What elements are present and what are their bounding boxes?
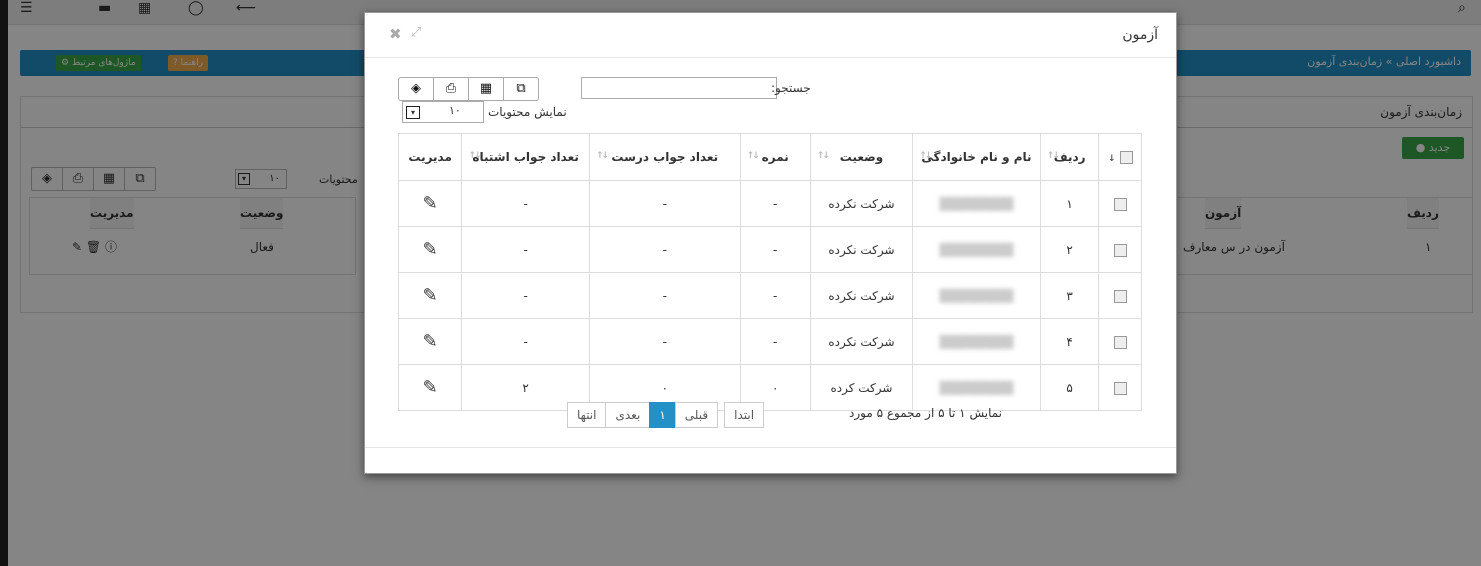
sort-icon: ↓↑	[1046, 151, 1060, 161]
row-score: -	[739, 318, 811, 365]
row-status: شرکت نکرده	[809, 272, 914, 319]
row-correct: -	[588, 226, 741, 273]
row-correct: -	[588, 318, 741, 365]
page-prev[interactable]: قبلی	[674, 402, 719, 428]
page-first[interactable]: ابتدا	[724, 402, 765, 428]
row-score: -	[739, 226, 811, 273]
table-row: ۱ ████████ شرکت نکرده - - - ✎	[397, 180, 1142, 227]
row-status: شرکت نکرده	[809, 226, 914, 273]
row-wrong: -	[461, 226, 590, 273]
table-row: ۴ ████████ شرکت نکرده - - - ✎	[397, 318, 1142, 365]
edit-icon[interactable]: ✎	[423, 239, 438, 260]
sort-icon: ↓↑	[919, 151, 932, 161]
participant-name: ████████	[912, 226, 1041, 273]
sort-icon[interactable]: ↓	[1108, 154, 1116, 164]
row-correct: -	[588, 272, 741, 319]
select-all-checkbox[interactable]	[1119, 151, 1133, 164]
search-label: جستجو:	[771, 81, 811, 95]
sort-icon: ↓↑	[595, 151, 609, 161]
table-header-row: ↓ ردیف ↓↑ نام و نام خانوادگی ↓↑ وضعیت ↓↑ نم…	[397, 133, 1142, 181]
row-wrong: -	[461, 272, 590, 319]
row-wrong: -	[461, 318, 590, 365]
row-checkbox[interactable]	[1113, 335, 1127, 349]
page-next[interactable]: بعدی	[605, 402, 651, 428]
row-checkbox[interactable]	[1113, 197, 1127, 211]
redacted-name: ████████	[939, 380, 1014, 395]
row-number: ۵	[1039, 364, 1100, 411]
col-status-header[interactable]: وضعیت ↓↑	[809, 133, 914, 181]
participant-name: ████████	[912, 272, 1041, 319]
page-last[interactable]: انتها	[567, 402, 607, 428]
participants-table: ↓ ردیف ↓↑ نام و نام خانوادگی ↓↑ وضعیت ↓↑ نم…	[397, 133, 1142, 411]
chevron-down-icon: ▾	[406, 106, 420, 119]
row-number: ۲	[1039, 226, 1100, 273]
edit-icon[interactable]: ✎	[423, 331, 438, 352]
edit-icon[interactable]: ✎	[423, 193, 438, 214]
redacted-name: ████████	[939, 334, 1014, 349]
exam-modal: آزمون ✖ ⤢ ◈ ⎙ ▦ ⧉ جستجو: ▾ ۱۰ نمایش محتو…	[364, 12, 1177, 474]
sort-icon: ↓↑	[746, 151, 760, 161]
table-row: ۳ ████████ شرکت نکرده - - - ✎	[397, 272, 1142, 319]
modal-title: آزمون	[1122, 27, 1158, 43]
close-icon[interactable]: ✖	[389, 25, 402, 43]
length-label: نمایش محتویات	[488, 105, 567, 119]
row-correct: -	[588, 180, 741, 227]
col-manage-header: مدیریت	[397, 133, 463, 181]
table-row: ۲ ████████ شرکت نکرده - - - ✎	[397, 226, 1142, 273]
col-score-header[interactable]: نمره ↓↑	[739, 133, 811, 181]
edit-icon[interactable]: ✎	[423, 377, 438, 398]
col-row-header[interactable]: ردیف ↓↑	[1039, 133, 1100, 181]
column-visibility-icon[interactable]: ◈	[399, 78, 433, 100]
select-all-header[interactable]: ↓	[1098, 133, 1142, 181]
row-wrong: -	[461, 180, 590, 227]
col-correct-header[interactable]: تعداد جواب درست ↓↑	[588, 133, 741, 181]
participant-name: ████████	[912, 318, 1041, 365]
pagination: انتها بعدی ۱ قبلی ابتدا	[567, 402, 765, 428]
search-input[interactable]	[581, 77, 777, 99]
expand-icon[interactable]: ⤢	[411, 25, 421, 40]
row-score: -	[739, 180, 811, 227]
row-status: شرکت نکرده	[809, 318, 914, 365]
col-name-header[interactable]: نام و نام خانوادگی ↓↑	[912, 133, 1041, 181]
redacted-name: ████████	[939, 242, 1014, 257]
row-number: ۱	[1039, 180, 1100, 227]
participant-name: ████████	[912, 180, 1041, 227]
row-checkbox[interactable]	[1113, 243, 1127, 257]
row-status: شرکت نکرده	[809, 180, 914, 227]
pagination-info: نمایش ۱ تا ۵ از مجموع ۵ مورد	[849, 406, 1003, 420]
excel-icon[interactable]: ▦	[468, 78, 503, 100]
redacted-name: ████████	[939, 196, 1014, 211]
participant-name: ████████	[912, 364, 1041, 411]
row-number: ۳	[1039, 272, 1100, 319]
copy-icon[interactable]: ⧉	[503, 78, 538, 100]
modal-header: آزمون ✖ ⤢	[365, 13, 1176, 58]
row-status: شرکت کرده	[809, 364, 914, 411]
sort-icon: ↓↑	[468, 151, 481, 161]
row-score: -	[739, 272, 811, 319]
row-checkbox[interactable]	[1113, 381, 1127, 395]
table-row: ۵ ████████ شرکت کرده ۰ ۰ ۲ ✎	[397, 364, 1142, 411]
redacted-name: ████████	[939, 288, 1014, 303]
export-toolbar: ◈ ⎙ ▦ ⧉	[398, 77, 539, 101]
modal-footer	[365, 447, 1176, 448]
sort-icon: ↓↑	[816, 151, 830, 161]
print-icon[interactable]: ⎙	[433, 78, 468, 100]
col-wrong-header[interactable]: تعداد جواب اشتباه ↓↑	[461, 133, 590, 181]
edit-icon[interactable]: ✎	[423, 285, 438, 306]
row-number: ۴	[1039, 318, 1100, 365]
row-checkbox[interactable]	[1113, 289, 1127, 303]
page-current[interactable]: ۱	[649, 402, 676, 428]
length-select[interactable]: ▾ ۱۰	[402, 101, 484, 123]
